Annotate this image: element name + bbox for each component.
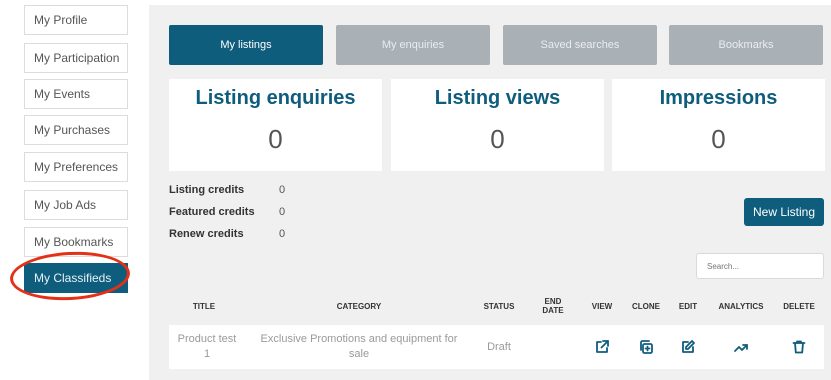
search-input[interactable]: [696, 253, 824, 279]
clone-icon: [640, 340, 653, 354]
stat-card-listing-enquiries: Listing enquiries 0: [169, 79, 382, 171]
tab-saved-searches[interactable]: Saved searches: [503, 25, 657, 65]
featured-credits-label: Featured credits: [169, 206, 255, 218]
trash-icon: [792, 340, 806, 354]
cell-category: Exclusive Promotions and equipment for s…: [260, 333, 458, 360]
stat-card-listing-views: Listing views 0: [391, 79, 604, 171]
cell-end-date: [537, 325, 569, 369]
sidebar-item-my-profile[interactable]: My Profile: [24, 5, 128, 35]
sidebar-item-my-job-ads[interactable]: My Job Ads: [24, 190, 128, 220]
stat-value: 0: [490, 124, 505, 154]
main-panel: My listings My enquiries Saved searches …: [149, 5, 831, 380]
stat-title: Listing enquiries: [195, 87, 356, 109]
trending-up-icon: [734, 344, 748, 352]
stat-card-impressions: Impressions 0: [612, 79, 825, 171]
cell-status: Draft: [487, 340, 511, 353]
column-header-title: TITLE: [192, 301, 216, 311]
column-header-category: CATEGORY: [336, 301, 382, 311]
sidebar-item-my-purchases[interactable]: My Purchases: [24, 115, 128, 145]
edit-icon: [682, 340, 695, 353]
stat-title: Impressions: [659, 87, 778, 109]
renew-credits-label: Renew credits: [169, 228, 244, 240]
clone-icon-button[interactable]: [624, 325, 668, 369]
listing-credits-label: Listing credits: [169, 184, 245, 196]
column-header-edit: EDIT: [678, 301, 698, 311]
column-header-end-date: END DATE: [542, 297, 564, 315]
sidebar-item-my-classifieds[interactable]: My Classifieds: [24, 263, 128, 293]
stat-title: Listing views: [434, 87, 561, 109]
stat-value: 0: [711, 124, 726, 154]
table-row: Product test 1 Exclusive Promotions and …: [169, 325, 824, 369]
tab-my-enquiries[interactable]: My enquiries: [336, 25, 490, 65]
featured-credits-value: 0: [279, 206, 286, 218]
new-listing-button[interactable]: New Listing: [744, 198, 824, 226]
sidebar-item-my-events[interactable]: My Events: [24, 79, 128, 109]
edit-icon-button[interactable]: [672, 325, 704, 369]
view-icon-button[interactable]: [584, 325, 620, 369]
column-header-analytics: ANALYTICS: [718, 301, 764, 311]
column-header-view: VIEW: [591, 301, 613, 311]
column-header-status: STATUS: [483, 301, 515, 311]
analytics-icon-button[interactable]: [709, 325, 773, 369]
external-link-icon: [596, 340, 609, 353]
renew-credits-value: 0: [279, 228, 286, 240]
sidebar-item-my-bookmarks[interactable]: My Bookmarks: [24, 227, 128, 257]
stat-value: 0: [268, 124, 283, 154]
sidebar-item-my-participation[interactable]: My Participation: [24, 43, 128, 73]
sidebar-item-my-preferences[interactable]: My Preferences: [24, 152, 128, 182]
delete-icon-button[interactable]: [776, 325, 822, 369]
listing-credits-value: 0: [279, 184, 286, 196]
column-header-delete: DELETE: [783, 301, 815, 311]
column-header-clone: CLONE: [632, 301, 660, 311]
cell-title: Product test 1: [177, 333, 237, 360]
tab-my-listings[interactable]: My listings: [169, 25, 323, 65]
tab-bookmarks[interactable]: Bookmarks: [669, 25, 823, 65]
